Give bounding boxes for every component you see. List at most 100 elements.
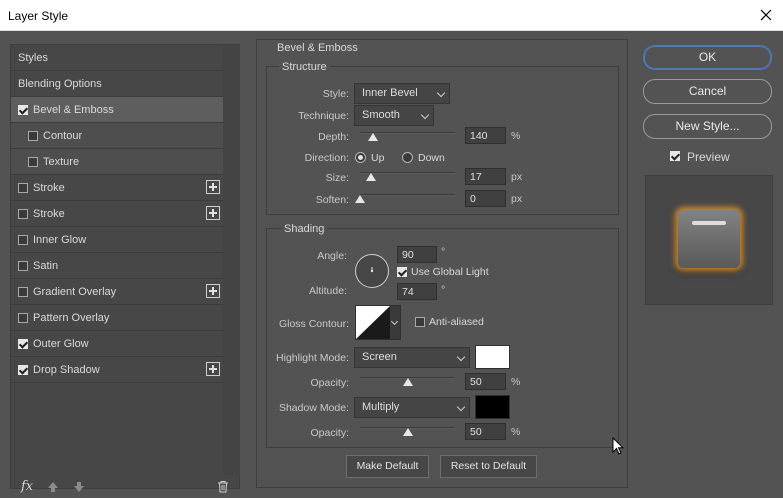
preview-checkbox[interactable] (670, 151, 680, 161)
dialog-body: Styles Blending Options Bevel & Emboss Cont… (0, 31, 783, 498)
style-item-label: Outer Glow (33, 337, 89, 350)
use-global-light-checkbox[interactable] (397, 267, 407, 277)
style-label: Style: (322, 88, 349, 100)
angle-input[interactable]: 90 (397, 246, 437, 263)
shadow-mode-dropdown[interactable]: Multiply (354, 397, 470, 418)
style-item-gradient-overlay[interactable]: Gradient Overlay (11, 279, 223, 305)
style-checkbox[interactable] (18, 364, 28, 375)
style-checkbox[interactable] (18, 182, 28, 193)
anti-aliased-label: Anti-aliased (429, 316, 484, 328)
close-button[interactable] (753, 3, 779, 27)
highlight-opacity-unit: % (511, 376, 521, 388)
styles-scrollbar[interactable] (223, 45, 240, 475)
close-icon (760, 9, 772, 21)
anti-aliased-checkbox[interactable] (415, 317, 425, 327)
size-input[interactable]: 17 (465, 168, 506, 185)
highlight-opacity-thumb[interactable] (402, 378, 413, 386)
direction-label: Direction: (304, 152, 349, 164)
gloss-contour-picker[interactable] (355, 305, 401, 340)
size-unit: px (511, 171, 523, 183)
technique-dropdown[interactable]: Smooth (354, 105, 434, 126)
reset-to-default-button[interactable]: Reset to Default (440, 455, 537, 478)
contour-linear-icon (356, 306, 390, 339)
highlight-opacity-label: Opacity: (310, 377, 349, 389)
soften-slider-thumb[interactable] (355, 195, 365, 203)
ok-button[interactable]: OK (643, 45, 772, 70)
window-title: Layer Style (8, 9, 69, 23)
make-default-button[interactable]: Make Default (346, 455, 429, 478)
mouse-cursor-icon (612, 437, 624, 455)
bevel-title: Bevel & Emboss (274, 42, 361, 54)
add-effect-icon[interactable] (206, 206, 220, 220)
shadow-color-swatch[interactable] (475, 395, 510, 419)
add-effect-icon[interactable] (206, 284, 220, 298)
style-item-label: Stroke (33, 207, 65, 220)
styles-toolbar: fx (11, 475, 239, 498)
style-item-satin[interactable]: Satin (11, 253, 223, 279)
soften-input[interactable]: 0 (465, 190, 506, 207)
style-item-contour[interactable]: Contour (11, 123, 223, 149)
fx-button[interactable]: fx (21, 479, 33, 494)
depth-input[interactable]: 140 (465, 127, 506, 144)
style-item-pattern-overlay[interactable]: Pattern Overlay (11, 305, 223, 331)
add-effect-icon[interactable] (206, 362, 220, 376)
highlight-opacity-input[interactable]: 50 (465, 373, 506, 390)
size-slider-thumb[interactable] (366, 173, 377, 181)
depth-unit: % (511, 130, 521, 142)
chevron-down-icon (456, 352, 466, 362)
style-item-styles[interactable]: Styles (11, 45, 223, 71)
style-checkbox[interactable] (18, 104, 28, 115)
style-item-outer-glow[interactable]: Outer Glow (11, 331, 223, 357)
new-style-button[interactable]: New Style... (643, 114, 772, 139)
style-item-bevel-emboss[interactable]: Bevel & Emboss (11, 97, 223, 123)
size-slider[interactable] (360, 172, 455, 182)
style-item-label: Inner Glow (33, 233, 87, 246)
depth-slider-thumb[interactable] (368, 133, 379, 141)
styles-panel: Styles Blending Options Bevel & Emboss Cont… (10, 44, 240, 494)
angle-dial[interactable] (355, 254, 389, 288)
shading-title: Shading (281, 223, 328, 235)
style-item-inner-glow[interactable]: Inner Glow (11, 227, 223, 253)
styles-list: Styles Blending Options Bevel & Emboss Cont… (11, 45, 223, 383)
style-dropdown[interactable]: Inner Bevel (354, 83, 450, 104)
style-item-stroke[interactable]: Stroke (11, 201, 223, 227)
style-item-blending-options[interactable]: Blending Options (11, 71, 223, 97)
trash-icon[interactable] (217, 480, 229, 496)
cancel-button[interactable]: Cancel (643, 79, 772, 104)
style-item-label: Stroke (33, 181, 65, 194)
preview-thumbnail (678, 210, 740, 268)
depth-slider[interactable] (360, 132, 455, 142)
style-item-texture[interactable]: Texture (11, 149, 223, 175)
style-item-stroke[interactable]: Stroke (11, 175, 223, 201)
highlight-color-swatch[interactable] (475, 345, 510, 369)
style-checkbox[interactable] (18, 208, 28, 219)
style-checkbox[interactable] (28, 130, 38, 141)
style-checkbox[interactable] (18, 312, 28, 323)
direction-up-radio[interactable] (355, 152, 366, 163)
style-checkbox[interactable] (28, 156, 38, 167)
altitude-unit: ° (441, 284, 446, 296)
add-effect-icon[interactable] (206, 180, 220, 194)
move-up-icon[interactable] (47, 481, 59, 493)
technique-value: Smooth (362, 109, 400, 121)
style-item-label: Satin (33, 259, 59, 272)
highlight-opacity-slider[interactable] (360, 377, 455, 387)
altitude-input[interactable]: 74 (397, 283, 437, 300)
highlight-mode-dropdown[interactable]: Screen (354, 347, 470, 368)
direction-down-radio[interactable] (402, 152, 413, 163)
style-item-drop-shadow[interactable]: Drop Shadow (11, 357, 223, 383)
preview-label: Preview (687, 150, 730, 164)
soften-slider[interactable] (355, 194, 455, 204)
shadow-opacity-thumb[interactable] (402, 428, 413, 436)
shadow-opacity-slider[interactable] (360, 427, 455, 437)
style-checkbox[interactable] (18, 260, 28, 271)
style-checkbox[interactable] (18, 286, 28, 297)
style-checkbox[interactable] (18, 338, 28, 349)
highlight-mode-label: Highlight Mode: (276, 352, 349, 364)
shadow-opacity-input[interactable]: 50 (465, 423, 506, 440)
style-checkbox[interactable] (18, 234, 28, 245)
style-item-label: Texture (43, 155, 80, 168)
move-down-icon[interactable] (73, 481, 85, 493)
angle-needle-icon (370, 267, 374, 273)
soften-label: Soften: (315, 194, 349, 206)
